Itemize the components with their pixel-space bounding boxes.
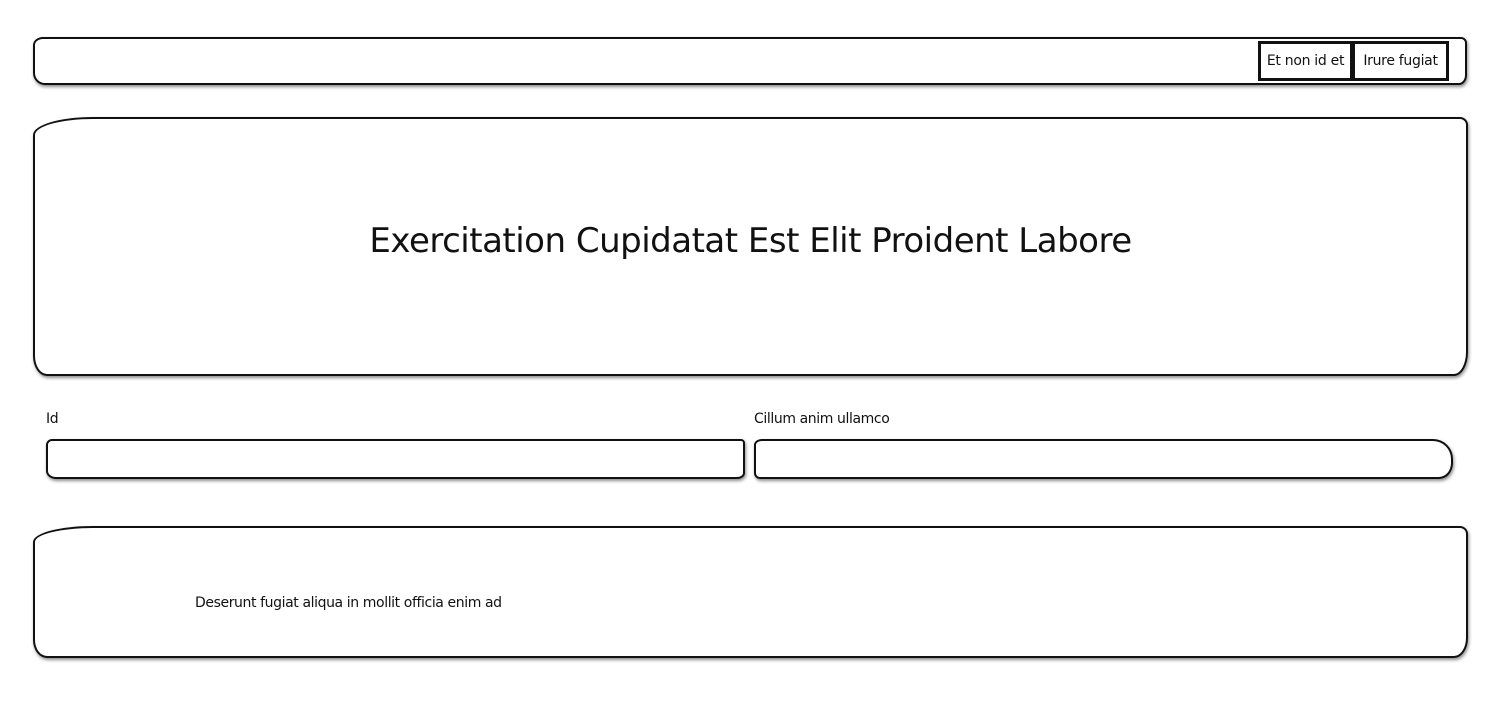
top-navbar: Et non id et Irure fugiat — [33, 37, 1467, 85]
cillum-anim-ullamco-field-label: Cillum anim ullamco — [754, 411, 890, 427]
cillum-anim-ullamco-input[interactable] — [754, 439, 1453, 479]
nav-button-irure-fugiat[interactable]: Irure fugiat — [1352, 41, 1449, 81]
id-field-label: Id — [46, 411, 59, 427]
hero-banner: Exercitation Cupidatat Est Elit Proident… — [33, 117, 1468, 376]
footer-text: Deserunt fugiat aliqua in mollit officia… — [195, 595, 502, 611]
footer-panel: Deserunt fugiat aliqua in mollit officia… — [33, 526, 1468, 658]
hero-title: Exercitation Cupidatat Est Elit Proident… — [369, 221, 1132, 261]
nav-button-et-non-id-et[interactable]: Et non id et — [1258, 41, 1353, 81]
id-input[interactable] — [46, 439, 745, 479]
